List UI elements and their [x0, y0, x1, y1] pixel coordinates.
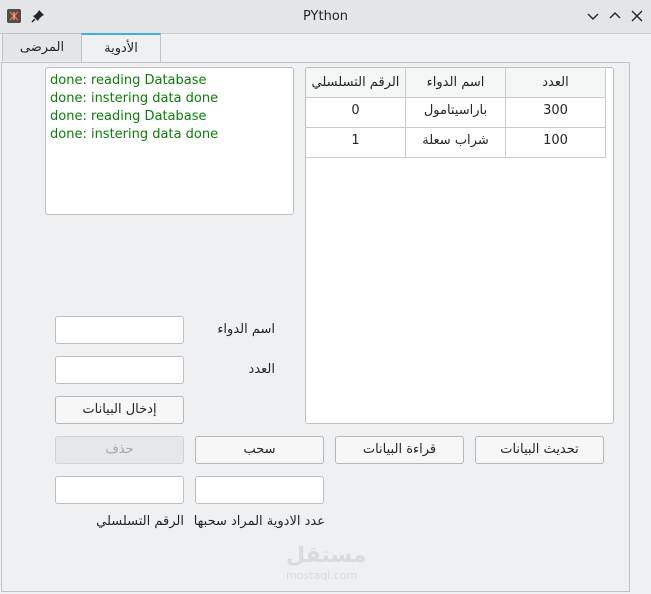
serial-number-label: الرقم التسلسلي	[96, 514, 184, 529]
drug-name-input[interactable]	[55, 316, 184, 344]
table-cell[interactable]: 100	[506, 127, 606, 157]
drug-name-label: اسم الدواء	[217, 322, 275, 337]
column-header-serial[interactable]: الرقم التسلسلي	[306, 68, 406, 97]
quantity-label: العدد	[248, 362, 275, 377]
app-window: PYthon المرضى الأدوية done: reading Data…	[0, 0, 651, 594]
quantity-input[interactable]	[55, 356, 184, 384]
insert-data-button[interactable]: إدخال البيانات	[55, 396, 184, 424]
table-cell[interactable]: شراب سعلة	[406, 127, 506, 157]
log-line: done: instering data done	[50, 91, 219, 106]
withdraw-quantity-input[interactable]	[195, 476, 324, 504]
tab-bar: المرضى الأدوية	[0, 33, 651, 63]
maximize-icon[interactable]	[607, 8, 623, 24]
withdraw-quantity-label: عدد الادوية المراد سحبها	[193, 514, 325, 529]
tab-medicines[interactable]: الأدوية	[81, 33, 161, 63]
table-cell[interactable]: باراسيتامول	[406, 97, 506, 127]
table-cell[interactable]: 300	[506, 97, 606, 127]
table-header: الرقم التسلسلي اسم الدواء العدد	[306, 68, 606, 98]
watermark-url: mostaql.com	[286, 569, 358, 582]
log-line: done: instering data done	[50, 127, 219, 142]
update-data-button[interactable]: تحديث البيانات	[475, 436, 604, 464]
minimize-icon[interactable]	[585, 8, 601, 24]
table-cell[interactable]: 1	[306, 127, 406, 157]
delete-button[interactable]: حذف	[55, 436, 184, 464]
watermark-logo: مستقل	[286, 543, 367, 568]
log-output[interactable]: done: reading Database done: instering d…	[45, 67, 294, 215]
log-line: done: reading Database	[50, 73, 207, 88]
serial-number-input[interactable]	[55, 476, 184, 504]
read-data-button[interactable]: قراءة البيانات	[335, 436, 464, 464]
title-bar: PYthon	[0, 0, 651, 34]
column-header-drug-name[interactable]: اسم الدواء	[406, 68, 506, 97]
withdraw-button[interactable]: سحب	[195, 436, 324, 464]
close-icon[interactable]	[629, 8, 645, 24]
medicines-table[interactable]: الرقم التسلسلي اسم الدواء العدد 0 باراسي…	[305, 67, 614, 424]
table-row[interactable]: 0 باراسيتامول 300	[306, 97, 606, 128]
table-row[interactable]: 1 شراب سعلة 100	[306, 127, 606, 158]
column-header-quantity[interactable]: العدد	[506, 68, 606, 97]
window-title: PYthon	[302, 9, 349, 24]
log-line: done: reading Database	[50, 109, 207, 124]
table-cell[interactable]: 0	[306, 97, 406, 127]
tab-patients[interactable]: المرضى	[2, 33, 82, 61]
